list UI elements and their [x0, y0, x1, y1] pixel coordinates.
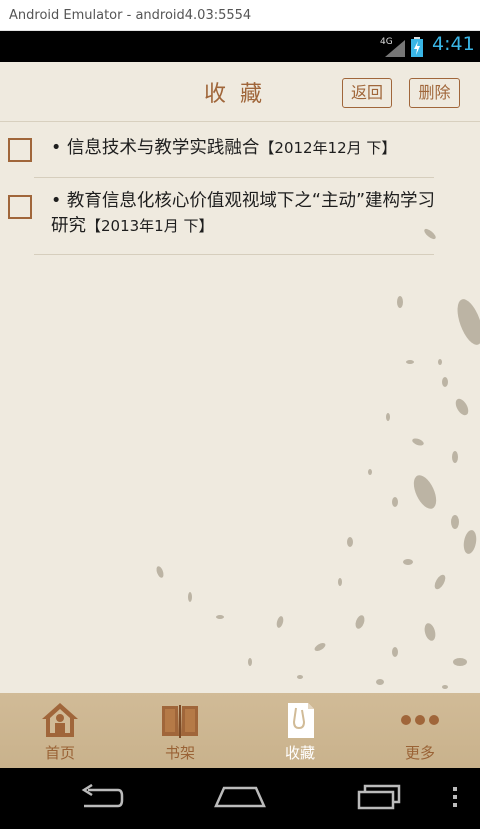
- tab-label: 更多: [404, 744, 435, 762]
- book-icon: [162, 705, 198, 738]
- home-icon: [42, 703, 78, 737]
- status-time: 4:41: [432, 33, 475, 55]
- tab-favorites[interactable]: 收藏: [240, 693, 360, 768]
- favorites-list: • 信息技术与教学实践融合【2012年12月 下】 • 教育信息化核心价值观视域…: [0, 123, 480, 258]
- signal-icon: [385, 40, 405, 57]
- item-title: 教育信息化核心价值观视域下之“主动”建构学习: [66, 191, 436, 211]
- item-issue: 【2012年12月 下】: [259, 139, 397, 157]
- item-issue: 【2013年1月 下】: [86, 217, 214, 235]
- divider: [34, 254, 434, 255]
- delete-button[interactable]: 删除: [409, 78, 460, 108]
- list-item[interactable]: • 教育信息化核心价值观视域下之“主动”建构学习 研究【2013年1月 下】: [0, 178, 480, 258]
- item-title-cont: 研究: [51, 216, 86, 236]
- app-screen: 收藏 返回 删除 • 信息技术与教学实践融合【2012年12月 下】 • 教育信…: [0, 62, 480, 693]
- back-button[interactable]: 返回: [342, 78, 392, 108]
- bullet: •: [51, 191, 62, 211]
- item-checkbox[interactable]: [8, 195, 32, 219]
- header: 收藏 返回 删除: [0, 62, 480, 122]
- tab-more[interactable]: 更多: [360, 693, 480, 768]
- item-text[interactable]: • 教育信息化核心价值观视域下之“主动”建构学习 研究【2013年1月 下】: [51, 189, 476, 239]
- menu-nav-icon[interactable]: [451, 784, 459, 810]
- bottom-tab-bar: 首页 书架 收藏 更多: [0, 693, 480, 768]
- system-nav-bar: [0, 768, 480, 829]
- page-title: 收藏: [203, 82, 276, 107]
- tab-label: 首页: [44, 744, 75, 762]
- tab-home[interactable]: 首页: [0, 693, 120, 768]
- item-title: 信息技术与教学实践融合: [66, 138, 260, 158]
- home-nav-icon[interactable]: [214, 784, 266, 810]
- recent-apps-icon[interactable]: [357, 784, 403, 810]
- item-checkbox[interactable]: [8, 138, 32, 162]
- favorites-icon: [288, 703, 314, 738]
- tab-label: 书架: [164, 744, 195, 762]
- more-icon: [401, 715, 439, 725]
- tab-label: 收藏: [284, 744, 315, 762]
- list-item[interactable]: • 信息技术与教学实践融合【2012年12月 下】: [0, 123, 480, 178]
- bullet: •: [51, 138, 62, 158]
- item-text[interactable]: • 信息技术与教学实践融合【2012年12月 下】: [51, 136, 476, 161]
- tab-bookshelf[interactable]: 书架: [120, 693, 240, 768]
- emulator-window-title: Android Emulator - android4.03:5554: [0, 0, 480, 31]
- status-bar: 4G 4:41: [0, 31, 480, 62]
- battery-icon: [411, 37, 423, 57]
- back-nav-icon[interactable]: [78, 784, 124, 810]
